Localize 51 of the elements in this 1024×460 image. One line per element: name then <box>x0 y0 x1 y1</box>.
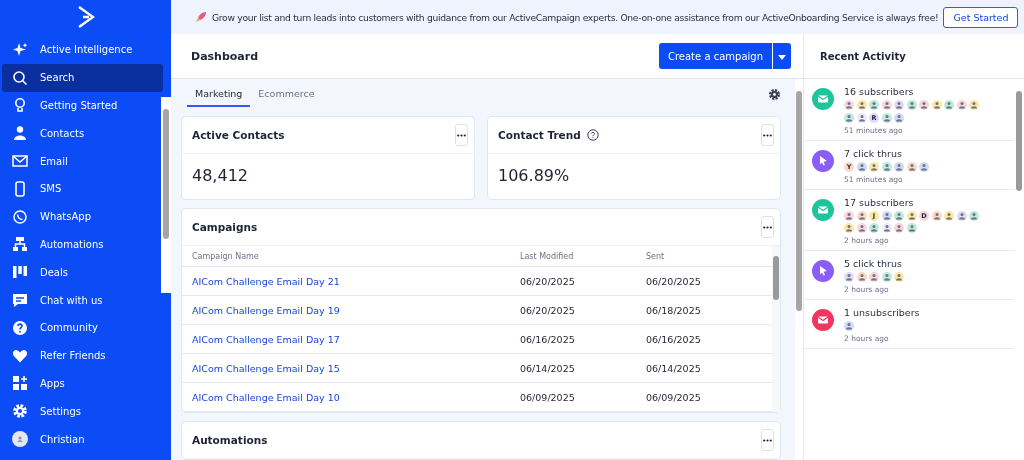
sidebar-item[interactable]: WhatsApp <box>2 202 163 231</box>
sidebar-item[interactable]: Apps <box>2 369 163 398</box>
table-cell-text: 06/09/2025 <box>520 391 576 403</box>
campaign-link[interactable]: AICom Challenge Email Day 17 <box>192 333 520 345</box>
table-cell-text: 06/20/2025 <box>646 275 702 287</box>
metric-value: 106.89% <box>497 165 571 187</box>
sidebar-item[interactable]: Christian <box>2 425 163 453</box>
table-cell-text: 06/16/2025 <box>646 333 702 345</box>
table-cell-text: 06/20/2025 <box>520 304 576 316</box>
get-started-button[interactable]: Get Started <box>943 6 1019 28</box>
activity-summary: 7 click thrus <box>844 147 903 159</box>
metric-value: 48,412 <box>191 165 249 187</box>
table-cell-text: 06/20/2025 <box>520 275 576 287</box>
sidebar-item[interactable]: SMS <box>2 175 163 203</box>
table-cell-text: 06/16/2025 <box>520 333 576 345</box>
sidebar-item[interactable]: Automations <box>2 230 163 259</box>
sidebar-item[interactable]: Search <box>2 63 163 92</box>
sidebar-item[interactable]: Email <box>2 147 163 175</box>
column-header: Last Modified <box>520 251 575 261</box>
activity-summary: 16 subscribers <box>844 86 915 97</box>
table-cell-text: 06/18/2025 <box>646 304 702 316</box>
table-cell-text: 06/14/2025 <box>646 362 702 374</box>
banner-message: Grow your list and turn leads into customers with guidance from our ActiveCampaign experts. One-on-one assistance from our ActiveOnboarding Service is always free! <box>212 11 939 23</box>
card-title: Campaigns <box>192 221 258 233</box>
sidebar-item[interactable]: Refer Friends <box>2 341 163 370</box>
table-cell-text: 06/09/2025 <box>646 391 702 403</box>
panel-title: Recent Activity <box>804 34 1024 79</box>
column-header: Sent <box>646 251 666 261</box>
campaign-link[interactable]: AICom Challenge Email Day 15 <box>192 362 520 374</box>
tab[interactable]: Marketing <box>187 82 251 107</box>
column-header: Campaign Name <box>192 251 260 261</box>
campaign-link[interactable]: AICom Challenge Email Day 21 <box>192 275 520 287</box>
sidebar-item[interactable]: Getting Started <box>2 91 163 120</box>
card-title: Contact Trend <box>498 129 581 141</box>
tab[interactable]: Ecommerce <box>250 82 323 107</box>
card-title: Active Contacts <box>192 129 285 141</box>
card-title: Automations <box>192 434 268 446</box>
sidebar-item[interactable]: Active Intelligence <box>2 36 163 64</box>
page-title: Dashboard <box>191 49 259 63</box>
sidebar-item[interactable]: Community <box>2 313 163 342</box>
campaign-link[interactable]: AICom Challenge Email Day 19 <box>192 304 520 316</box>
activity-summary: 17 subscribers <box>844 196 915 208</box>
campaign-link[interactable]: AICom Challenge Email Day 10 <box>192 391 520 403</box>
activity-summary: 1 unsubscribers <box>844 307 921 318</box>
sidebar-item[interactable]: Contacts <box>2 119 163 148</box>
table-cell-text: 06/14/2025 <box>520 362 576 374</box>
create-campaign-button[interactable]: Create a campaign <box>658 43 772 69</box>
activity-summary: 5 click thrus <box>844 258 903 269</box>
sidebar-item[interactable]: Chat with us <box>2 286 163 314</box>
sidebar-item[interactable]: Deals <box>2 258 163 287</box>
sidebar-item[interactable]: Settings <box>2 397 163 426</box>
